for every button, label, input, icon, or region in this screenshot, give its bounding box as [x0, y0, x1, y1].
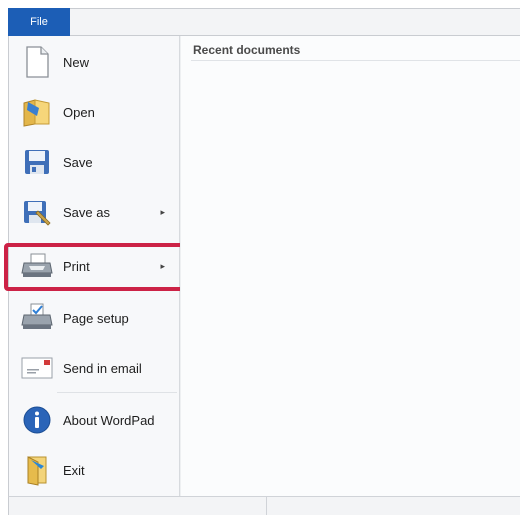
- save-as-icon: [21, 196, 53, 228]
- menu-item-about[interactable]: About WordPad: [11, 396, 179, 444]
- menu-item-label: New: [63, 54, 90, 70]
- info-icon: [21, 404, 53, 436]
- menu-item-open[interactable]: Open: [11, 88, 179, 136]
- submenu-arrow-icon: ▸: [160, 206, 165, 217]
- open-folder-icon: [21, 96, 53, 128]
- menu-item-save-as[interactable]: Save as ▸: [11, 188, 179, 236]
- print-highlight-box: [4, 243, 190, 291]
- menu-item-page-setup[interactable]: Page setup: [11, 294, 179, 342]
- ribbon-bar: File: [0, 0, 520, 36]
- email-envelope-icon: [21, 352, 53, 384]
- recent-header-divider: [191, 60, 520, 61]
- exit-door-icon: [21, 454, 53, 486]
- page-setup-icon: [21, 302, 53, 334]
- menu-item-new[interactable]: New: [11, 38, 179, 86]
- menu-separator: [57, 392, 177, 393]
- menu-item-label: Send in email: [63, 360, 142, 376]
- ribbon-strip: [8, 8, 520, 36]
- status-bar-divider: [266, 497, 267, 515]
- menu-item-exit[interactable]: Exit: [11, 446, 179, 494]
- recent-documents-header: Recent documents: [193, 43, 301, 57]
- menu-item-label: Save: [63, 154, 93, 170]
- menu-item-label: Page setup: [63, 310, 129, 326]
- menu-item-label: Exit: [63, 462, 85, 478]
- recent-documents-panel: Recent documents: [180, 36, 520, 496]
- menu-item-label: Save as: [63, 204, 110, 220]
- menu-item-label: Open: [63, 104, 95, 120]
- status-bar: [8, 496, 520, 515]
- menu-item-save[interactable]: Save: [11, 138, 179, 186]
- menu-item-send-email[interactable]: Send in email: [11, 344, 179, 392]
- menu-item-label: About WordPad: [63, 412, 155, 428]
- new-document-icon: [21, 46, 53, 78]
- floppy-disk-icon: [21, 146, 53, 178]
- file-tab[interactable]: File: [8, 8, 70, 36]
